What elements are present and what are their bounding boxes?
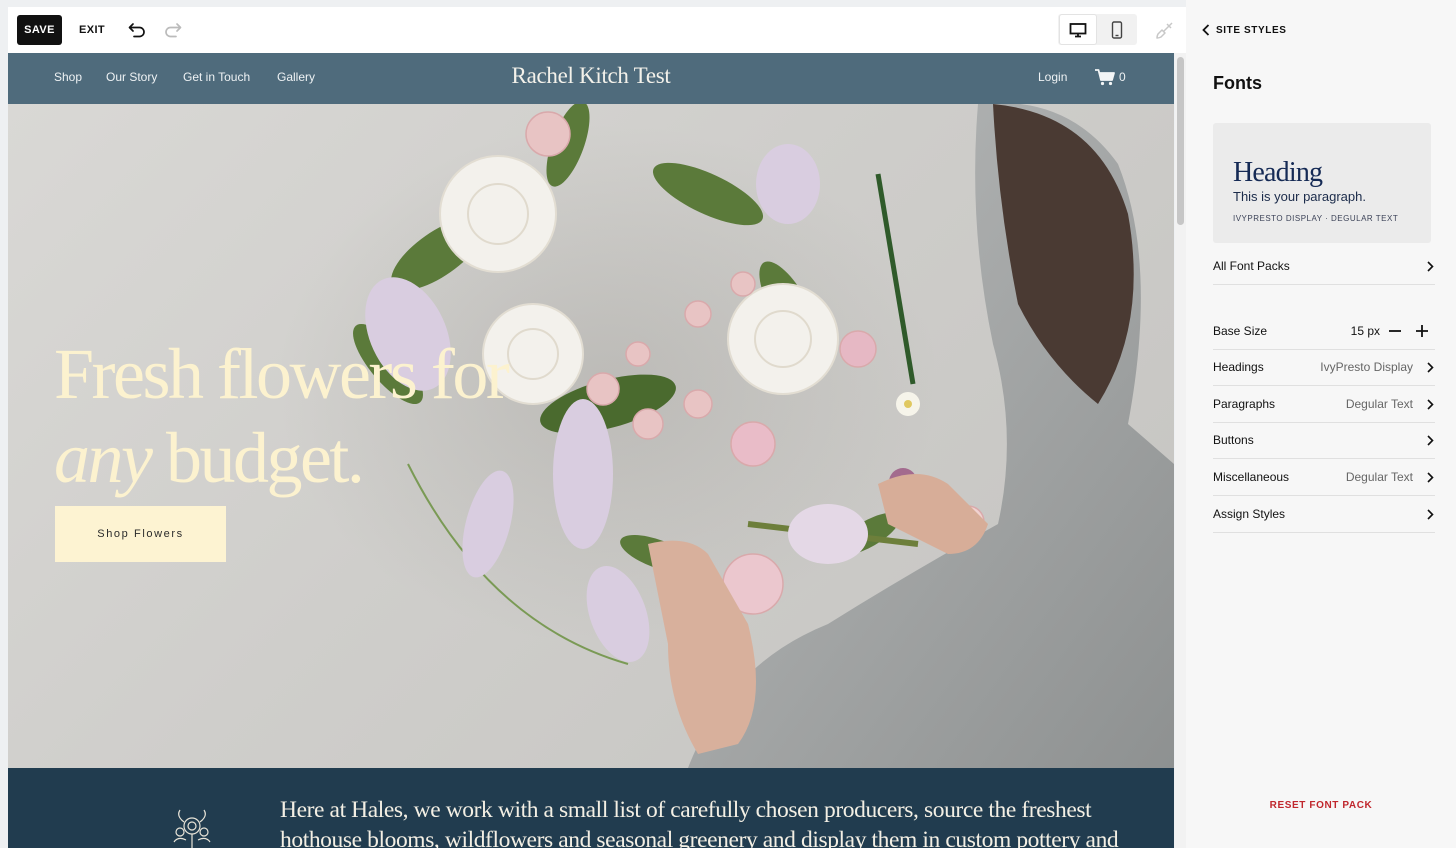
cart-icon[interactable]	[1094, 68, 1116, 86]
chevron-right-icon	[1425, 260, 1435, 272]
decrease-size-button[interactable]	[1387, 323, 1403, 339]
back-link-label: SITE STYLES	[1216, 24, 1287, 36]
row-label: Paragraphs	[1213, 397, 1276, 411]
buttons-row[interactable]: Buttons	[1213, 422, 1435, 459]
preview-paragraph: This is your paragraph.	[1233, 189, 1366, 204]
headings-row[interactable]: Headings IvyPresto Display	[1213, 349, 1435, 386]
intro-section: Here at Hales, we work with a small list…	[8, 768, 1174, 848]
redo-icon	[165, 23, 182, 38]
hero-headline-line-2: any budget.	[54, 416, 574, 500]
paintbrush-icon	[1156, 22, 1173, 39]
chevron-right-icon	[1425, 361, 1435, 373]
chevron-left-icon	[1202, 24, 1210, 36]
hero-section: Fresh flowers for any budget. Shop Flowe…	[8, 104, 1174, 768]
site-styles-panel: SITE STYLES Fonts Heading This is your p…	[1186, 0, 1456, 848]
paragraphs-row[interactable]: Paragraphs Degular Text	[1213, 386, 1435, 423]
shop-flowers-button[interactable]: Shop Flowers	[55, 506, 226, 562]
preview-heading: Heading	[1233, 157, 1323, 188]
all-font-packs-row[interactable]: All Font Packs	[1213, 248, 1435, 285]
site-header: Shop Our Story Get in Touch Gallery Rach…	[8, 53, 1174, 104]
preview-scrollbar[interactable]	[1175, 53, 1186, 848]
miscellaneous-row[interactable]: Miscellaneous Degular Text	[1213, 459, 1435, 496]
chevron-right-icon	[1425, 508, 1435, 520]
save-button[interactable]: SAVE	[17, 15, 62, 45]
minus-icon	[1389, 330, 1401, 332]
hero-headline-line-1: Fresh flowers for	[54, 334, 510, 414]
site-title[interactable]: Rachel Kitch Test	[8, 63, 1174, 89]
undo-button[interactable]	[124, 15, 150, 45]
row-label: Miscellaneous	[1213, 470, 1290, 484]
chevron-right-icon	[1425, 471, 1435, 483]
chevron-right-icon	[1425, 398, 1435, 410]
hero-headline: Fresh flowers for any budget.	[54, 332, 574, 500]
row-label: Assign Styles	[1213, 507, 1286, 521]
exit-button[interactable]: EXIT	[76, 15, 108, 45]
row-value: Degular Text	[1345, 470, 1413, 484]
plus-icon	[1416, 325, 1428, 337]
desktop-view-button[interactable]	[1059, 14, 1097, 45]
site-preview: Shop Our Story Get in Touch Gallery Rach…	[8, 53, 1174, 848]
panel-title: Fonts	[1213, 73, 1262, 93]
base-size-value[interactable]: 15 px	[1351, 324, 1380, 338]
font-pack-preview[interactable]: Heading This is your paragraph. IVYPREST…	[1213, 123, 1431, 243]
scrollbar-thumb[interactable]	[1177, 57, 1184, 225]
redo-button[interactable]	[160, 15, 186, 45]
mobile-icon	[1111, 20, 1123, 39]
hero-headline-rest: budget.	[150, 418, 365, 498]
mobile-view-button[interactable]	[1098, 14, 1136, 45]
desktop-icon	[1069, 22, 1087, 37]
increase-size-button[interactable]	[1414, 323, 1430, 339]
hero-headline-emphasis: any	[54, 418, 153, 498]
assign-styles-row[interactable]: Assign Styles	[1213, 496, 1435, 533]
cart-count[interactable]: 0	[1119, 70, 1126, 84]
nav-link-login[interactable]: Login	[1038, 70, 1067, 84]
chevron-right-icon	[1425, 434, 1435, 446]
floral-illustration-icon	[173, 809, 211, 848]
editor-area: SAVE EXIT Shop Our Story Get in Touch Ga…	[0, 0, 1186, 848]
undo-icon	[128, 23, 145, 38]
intro-paragraph: Here at Hales, we work with a small list…	[280, 797, 1119, 848]
device-toggle	[1058, 14, 1137, 45]
base-size-row: Base Size 15 px	[1213, 313, 1435, 350]
editor-toolbar: SAVE EXIT	[8, 7, 1186, 53]
row-value: IvyPresto Display	[1320, 360, 1413, 374]
reset-font-pack-button[interactable]: RESET FONT PACK	[1186, 800, 1456, 811]
row-value: Degular Text	[1345, 397, 1413, 411]
row-label: Buttons	[1213, 433, 1254, 447]
site-styles-back-link[interactable]: SITE STYLES	[1202, 22, 1287, 38]
preview-font-caption: IVYPRESTO DISPLAY · DEGULAR TEXT	[1233, 214, 1399, 223]
all-font-packs-label: All Font Packs	[1213, 259, 1290, 273]
design-button[interactable]	[1151, 15, 1179, 45]
row-label: Headings	[1213, 360, 1264, 374]
